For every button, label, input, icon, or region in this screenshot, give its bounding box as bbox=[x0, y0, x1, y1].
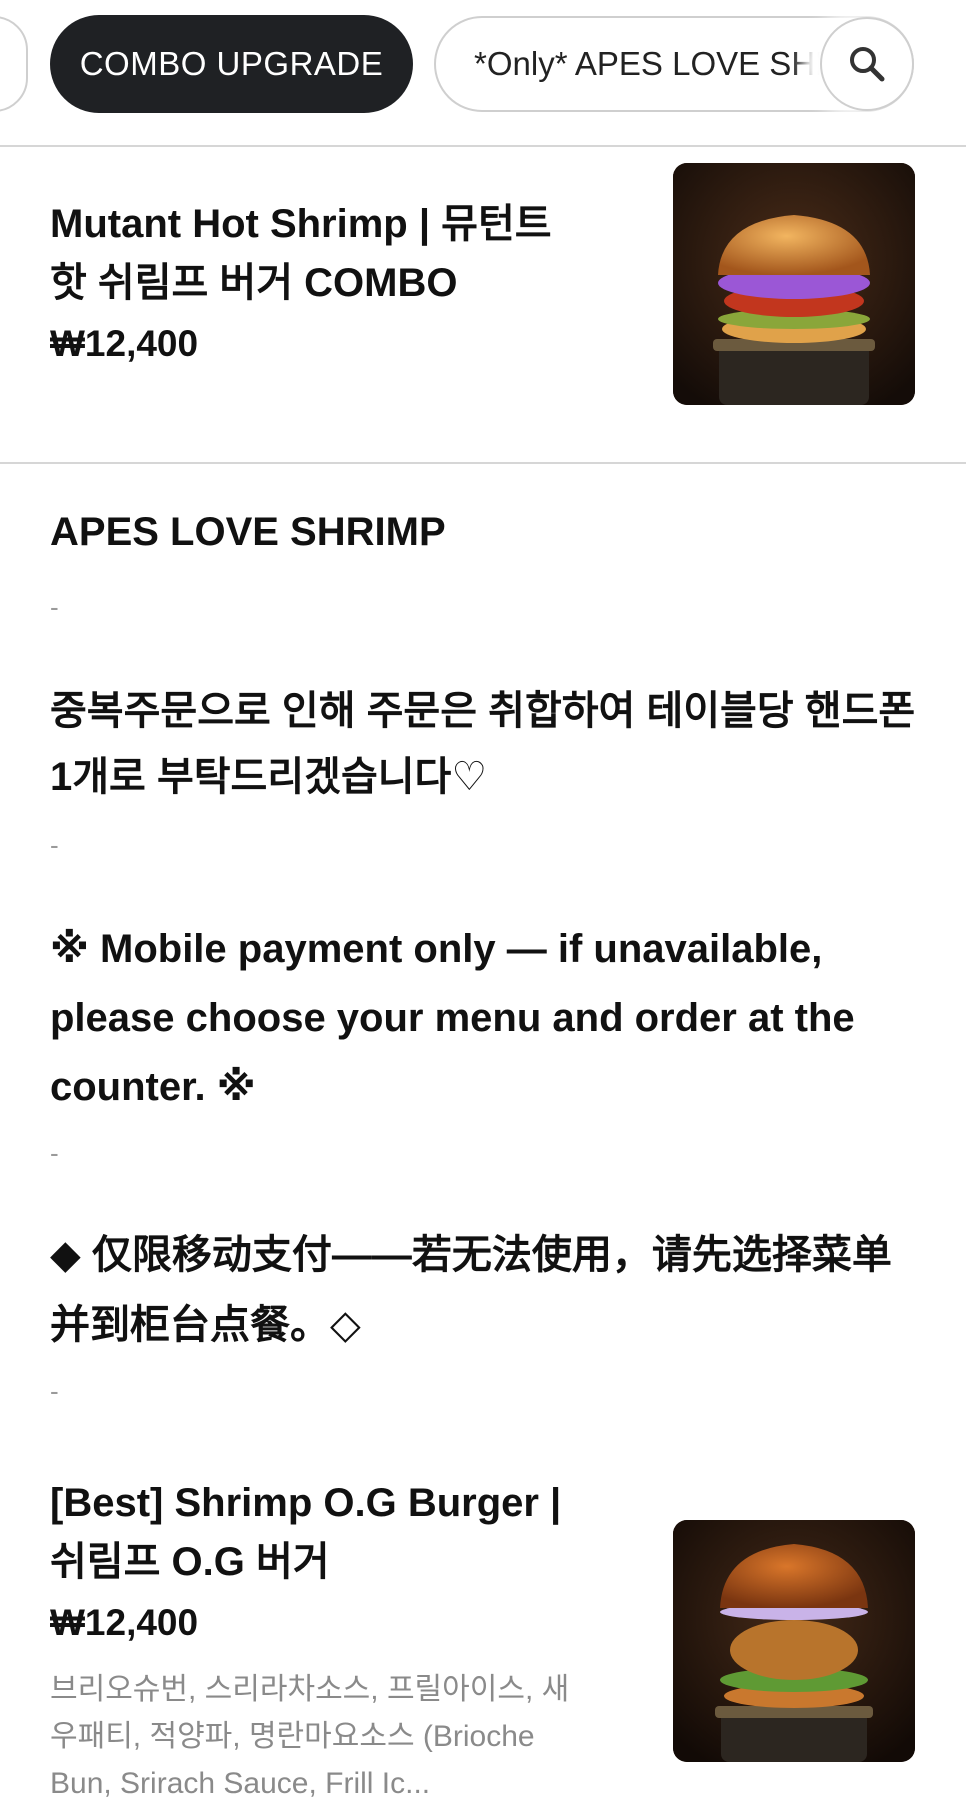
tab-combo-upgrade[interactable]: COMBO UPGRADE bbox=[50, 15, 413, 113]
category-tab-bar: COMBO UPGRADE *Only* APES LOVE SHRIMP bbox=[0, 0, 966, 147]
notice-chinese: ◆ 仅限移动支付——若无法使用，请先选择菜单并到柜台点餐。◇ bbox=[50, 1233, 892, 1347]
separator-dash: - bbox=[50, 830, 59, 860]
notice-korean: 중복주문으로 인해 주문은 취합하여 테이블당 핸드폰 1개로 부탁드리겠습니다… bbox=[50, 689, 916, 799]
menu-item-name: [Best] Shrimp O.G Burger | 쉬림프 O.G 버거 bbox=[50, 1481, 562, 1584]
menu-item-image bbox=[673, 1520, 915, 1762]
notice-english: ※ Mobile payment only — if unavailable, … bbox=[50, 927, 855, 1109]
search-button[interactable] bbox=[820, 17, 914, 111]
menu-item-name: Mutant Hot Shrimp | 뮤턴트 핫 쉬림프 버거 COMBO bbox=[50, 202, 552, 305]
menu-item-image bbox=[673, 163, 915, 405]
menu-item-price: ₩12,400 bbox=[50, 323, 199, 364]
separator-dash: - bbox=[50, 592, 59, 622]
burger-image bbox=[673, 163, 915, 405]
burger-image bbox=[673, 1520, 915, 1762]
search-icon bbox=[850, 47, 885, 82]
section-title: APES LOVE SHRIMP bbox=[50, 510, 446, 554]
menu-item[interactable]: Mutant Hot Shrimp | 뮤턴트 핫 쉬림프 버거 COMBO ₩… bbox=[0, 147, 966, 464]
tab-previous-category[interactable] bbox=[0, 16, 28, 112]
menu-item-description: 브리오슈번, 스리라차소스, 프릴아이스, 새우패티, 적양파, 명란마요소스 … bbox=[50, 1673, 570, 1800]
menu-item-price: ₩12,400 bbox=[50, 1602, 199, 1643]
separator-dash: - bbox=[50, 1138, 59, 1168]
separator-dash: - bbox=[50, 1376, 59, 1406]
